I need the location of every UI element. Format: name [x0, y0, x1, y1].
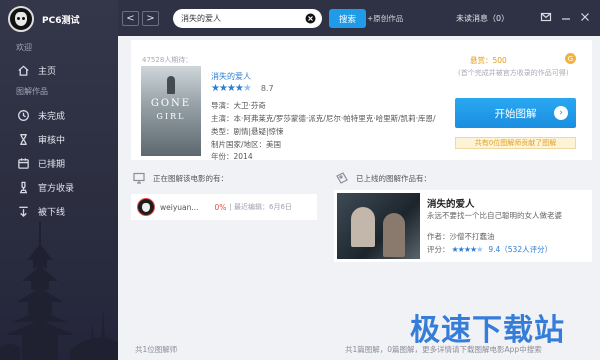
movie-poster[interactable]: GONE GIRL: [141, 66, 201, 156]
in-progress-item[interactable]: weiyuan... 0% | 最近编辑：6月6日: [131, 194, 317, 220]
movie-country: 制片国家/地区：美国: [211, 140, 282, 149]
start-graphic-button[interactable]: 开始图解 ›: [455, 98, 576, 128]
poster-text-girl: GIRL: [156, 112, 186, 121]
work-subtitle: 永远不要找一个比自己聪明的女人做老婆: [427, 211, 562, 220]
arrow-right-icon: ›: [554, 106, 568, 120]
sidebar-item-unfinished[interactable]: 未完成: [0, 104, 118, 126]
user-name: weiyuan...: [160, 202, 199, 212]
user-avatar: [137, 198, 155, 216]
sidebar-item-reviewing[interactable]: 审核中: [0, 128, 118, 150]
sidebar-item-label: 审核中: [38, 135, 66, 146]
score-stars: ★★★★★: [451, 245, 484, 254]
forward-button[interactable]: >: [142, 11, 159, 26]
hourglass-icon: [16, 132, 30, 146]
reward-note: (首个完成并被官方收录的作品可得): [458, 69, 569, 77]
work-thumbnail: [337, 193, 420, 259]
work-card[interactable]: 消失的爱人 永远不要找一个比自己聪明的女人做老婆 作者：沙僧不打蠢油 评分： ★…: [334, 190, 592, 262]
rating-stars: ★★★★★: [211, 83, 252, 94]
movie-title[interactable]: 消失的爱人: [211, 71, 251, 82]
wait-count: 47528人期待：: [142, 56, 193, 64]
back-button[interactable]: <: [122, 11, 139, 26]
movie-rating: ★★★★★ 8.7: [211, 83, 274, 94]
pagoda-silhouette: [0, 222, 118, 360]
contributors-notice: 共有0位图解师贡献了图解: [455, 137, 576, 149]
post-original-link[interactable]: +原创作品: [367, 13, 403, 24]
clear-search-icon[interactable]: [305, 13, 316, 24]
sidebar-item-label: 主页: [38, 66, 57, 77]
movie-genre: 类型：剧情|悬疑|惊悚: [211, 127, 284, 136]
search-button[interactable]: 搜索: [329, 9, 366, 28]
monitor-icon: [133, 172, 145, 184]
start-graphic-label: 开始图解: [494, 107, 537, 120]
works-title: 已上线的图解作品有：: [356, 173, 431, 183]
username: PC6测试: [42, 15, 80, 26]
watermark-logo: 极速下载站: [410, 313, 565, 348]
movie-cast: 主演：本·阿弗莱克/罗莎蒙德·派克/尼尔·帕特里克·哈里斯/凯莉·库恩/...: [211, 114, 436, 123]
search-input[interactable]: [181, 14, 299, 23]
welcome-label: 欢迎: [16, 43, 32, 52]
user-profile[interactable]: PC6测试: [8, 5, 79, 33]
home-icon: [16, 63, 30, 77]
sidebar: PC6测试 欢迎 主页 图解作品 未完成 审核中 已排期 官方收录 被下线: [0, 0, 118, 360]
sidebar-item-label: 未完成: [38, 111, 66, 122]
clock-icon: [16, 108, 30, 122]
mail-icon[interactable]: [540, 11, 552, 23]
avatar[interactable]: [8, 6, 34, 32]
movie-year: 年份：2014: [211, 152, 253, 161]
score-label: 评分：: [427, 245, 450, 254]
in-progress-title: 正在图解该电影的有：: [153, 173, 228, 183]
search-box: [173, 9, 322, 28]
progress-percent: 0%: [214, 202, 227, 212]
unread-messages[interactable]: 未读消息（0）: [456, 13, 509, 24]
in-progress-header: 正在图解该电影的有：: [133, 172, 228, 184]
sidebar-item-home[interactable]: 主页: [0, 59, 118, 81]
poster-text-gone: GONE: [150, 98, 192, 109]
work-title: 消失的爱人: [427, 199, 475, 210]
ticket-icon: [336, 172, 348, 184]
minimize-icon[interactable]: [560, 11, 572, 23]
recent-edit: | 最近编辑：6月6日: [229, 203, 292, 211]
footer-left: 共1位图解师: [135, 345, 178, 354]
coin-icon: G: [565, 53, 576, 64]
graphic-works-label: 图解作品: [16, 87, 48, 96]
rating-value: 8.7: [260, 84, 274, 93]
reward-amount: 悬赏：500: [470, 56, 507, 65]
works-header: 已上线的图解作品有：: [336, 172, 431, 184]
movie-director: 导演：大卫·芬奇: [211, 101, 266, 110]
top-bar: < > 搜索 +原创作品 未读消息（0）: [118, 0, 600, 36]
work-score: 评分： ★★★★★ 9.4（532人评分）: [427, 244, 552, 255]
score-value: 9.4（532人评分）: [488, 245, 553, 254]
close-icon[interactable]: [579, 11, 591, 23]
work-author: 作者：沙僧不打蠢油: [427, 232, 495, 241]
